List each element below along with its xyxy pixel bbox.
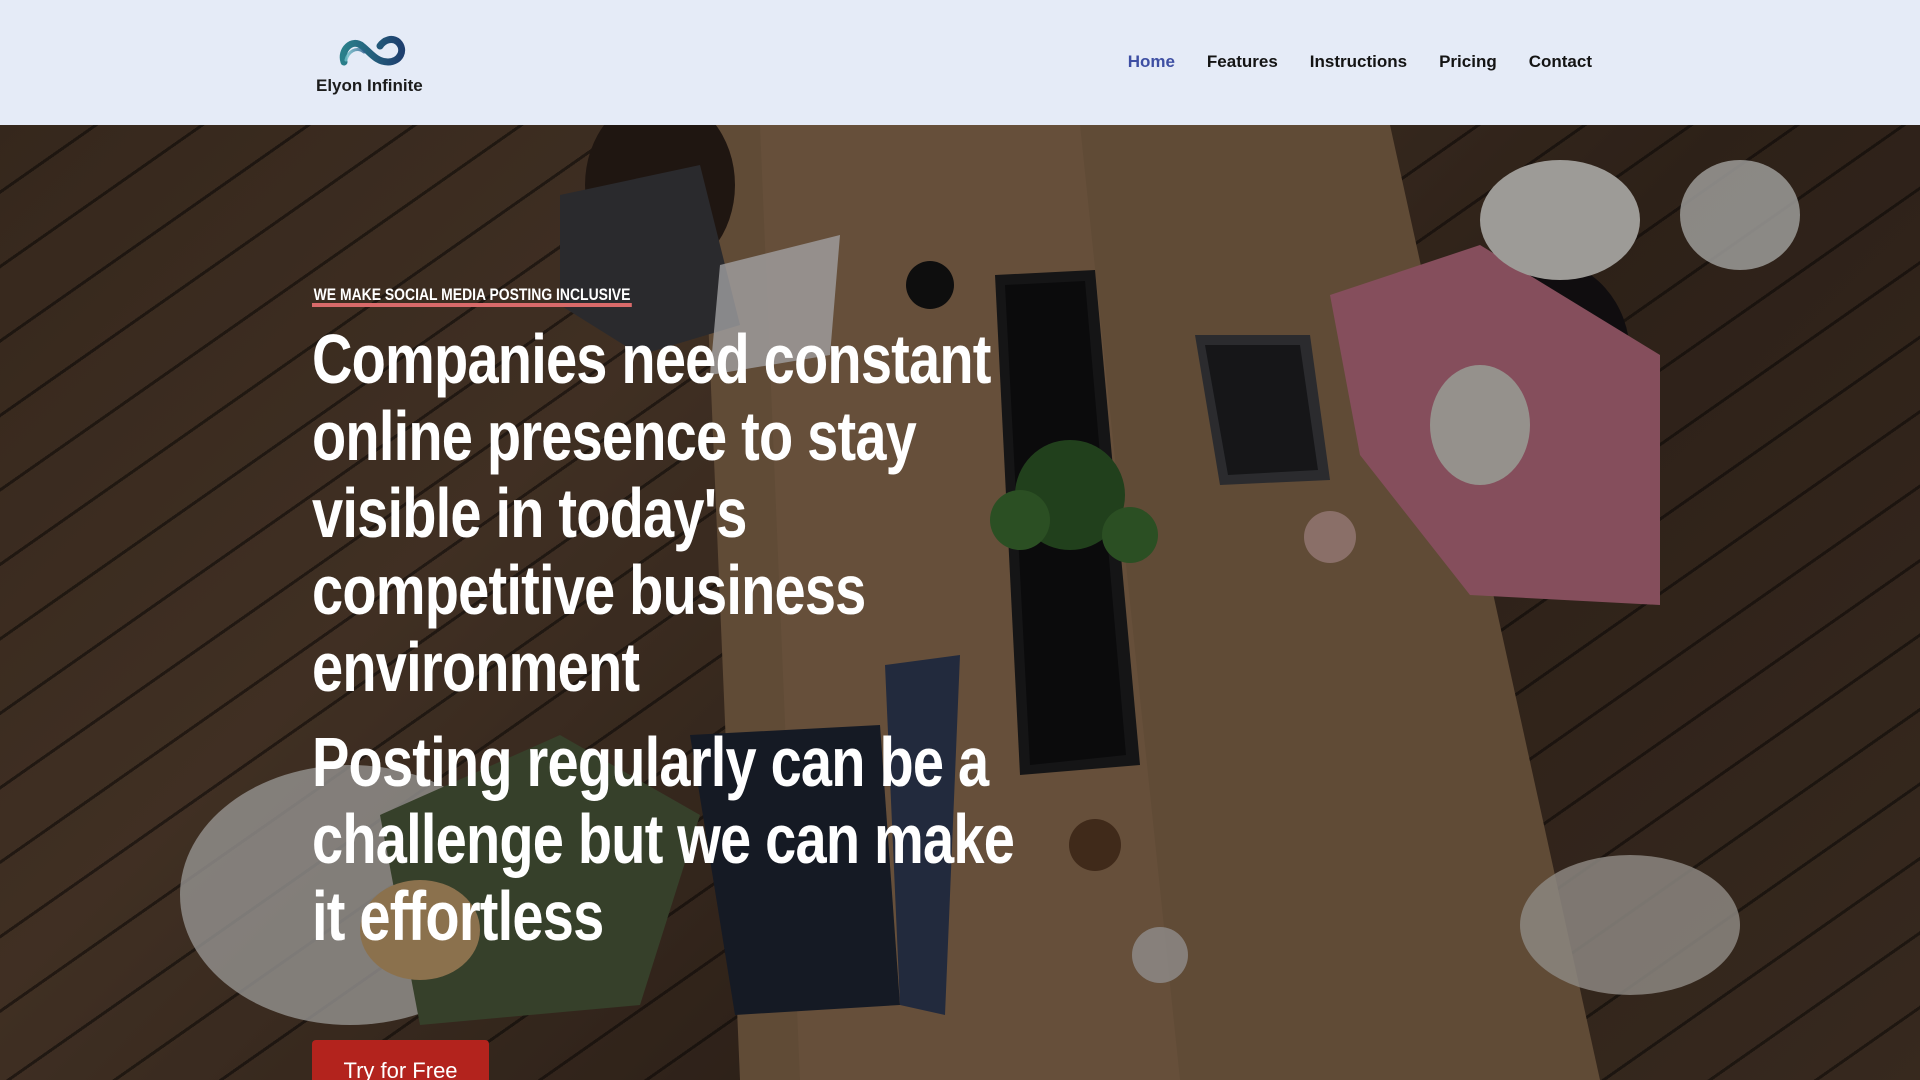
hero-section: WE MAKE SOCIAL MEDIA POSTING INCLUSIVE C…: [0, 125, 1920, 1080]
hero-headline-primary: Companies need constant online presence …: [312, 320, 991, 706]
brand-logo[interactable]: Elyon Infinite: [314, 28, 434, 98]
hero-content: WE MAKE SOCIAL MEDIA POSTING INCLUSIVE C…: [312, 285, 1072, 955]
hero-headline-secondary: Posting regularly can be a challenge but…: [312, 723, 1015, 955]
nav-item-instructions[interactable]: Instructions: [1310, 52, 1407, 72]
nav-item-home[interactable]: Home: [1128, 52, 1175, 72]
site-header: Elyon Infinite Home Features Instruction…: [0, 0, 1920, 125]
try-for-free-button[interactable]: Try for Free: [312, 1040, 489, 1080]
brand-name: Elyon Infinite: [316, 76, 423, 95]
main-nav: Home Features Instructions Pricing Conta…: [1096, 52, 1592, 72]
infinity-logo-icon: [339, 35, 406, 66]
nav-item-contact[interactable]: Contact: [1529, 52, 1592, 72]
page: Elyon Infinite Home Features Instruction…: [0, 0, 1920, 1080]
nav-item-pricing[interactable]: Pricing: [1439, 52, 1497, 72]
hero-eyebrow: WE MAKE SOCIAL MEDIA POSTING INCLUSIVE: [312, 285, 633, 307]
nav-item-features[interactable]: Features: [1207, 52, 1278, 72]
